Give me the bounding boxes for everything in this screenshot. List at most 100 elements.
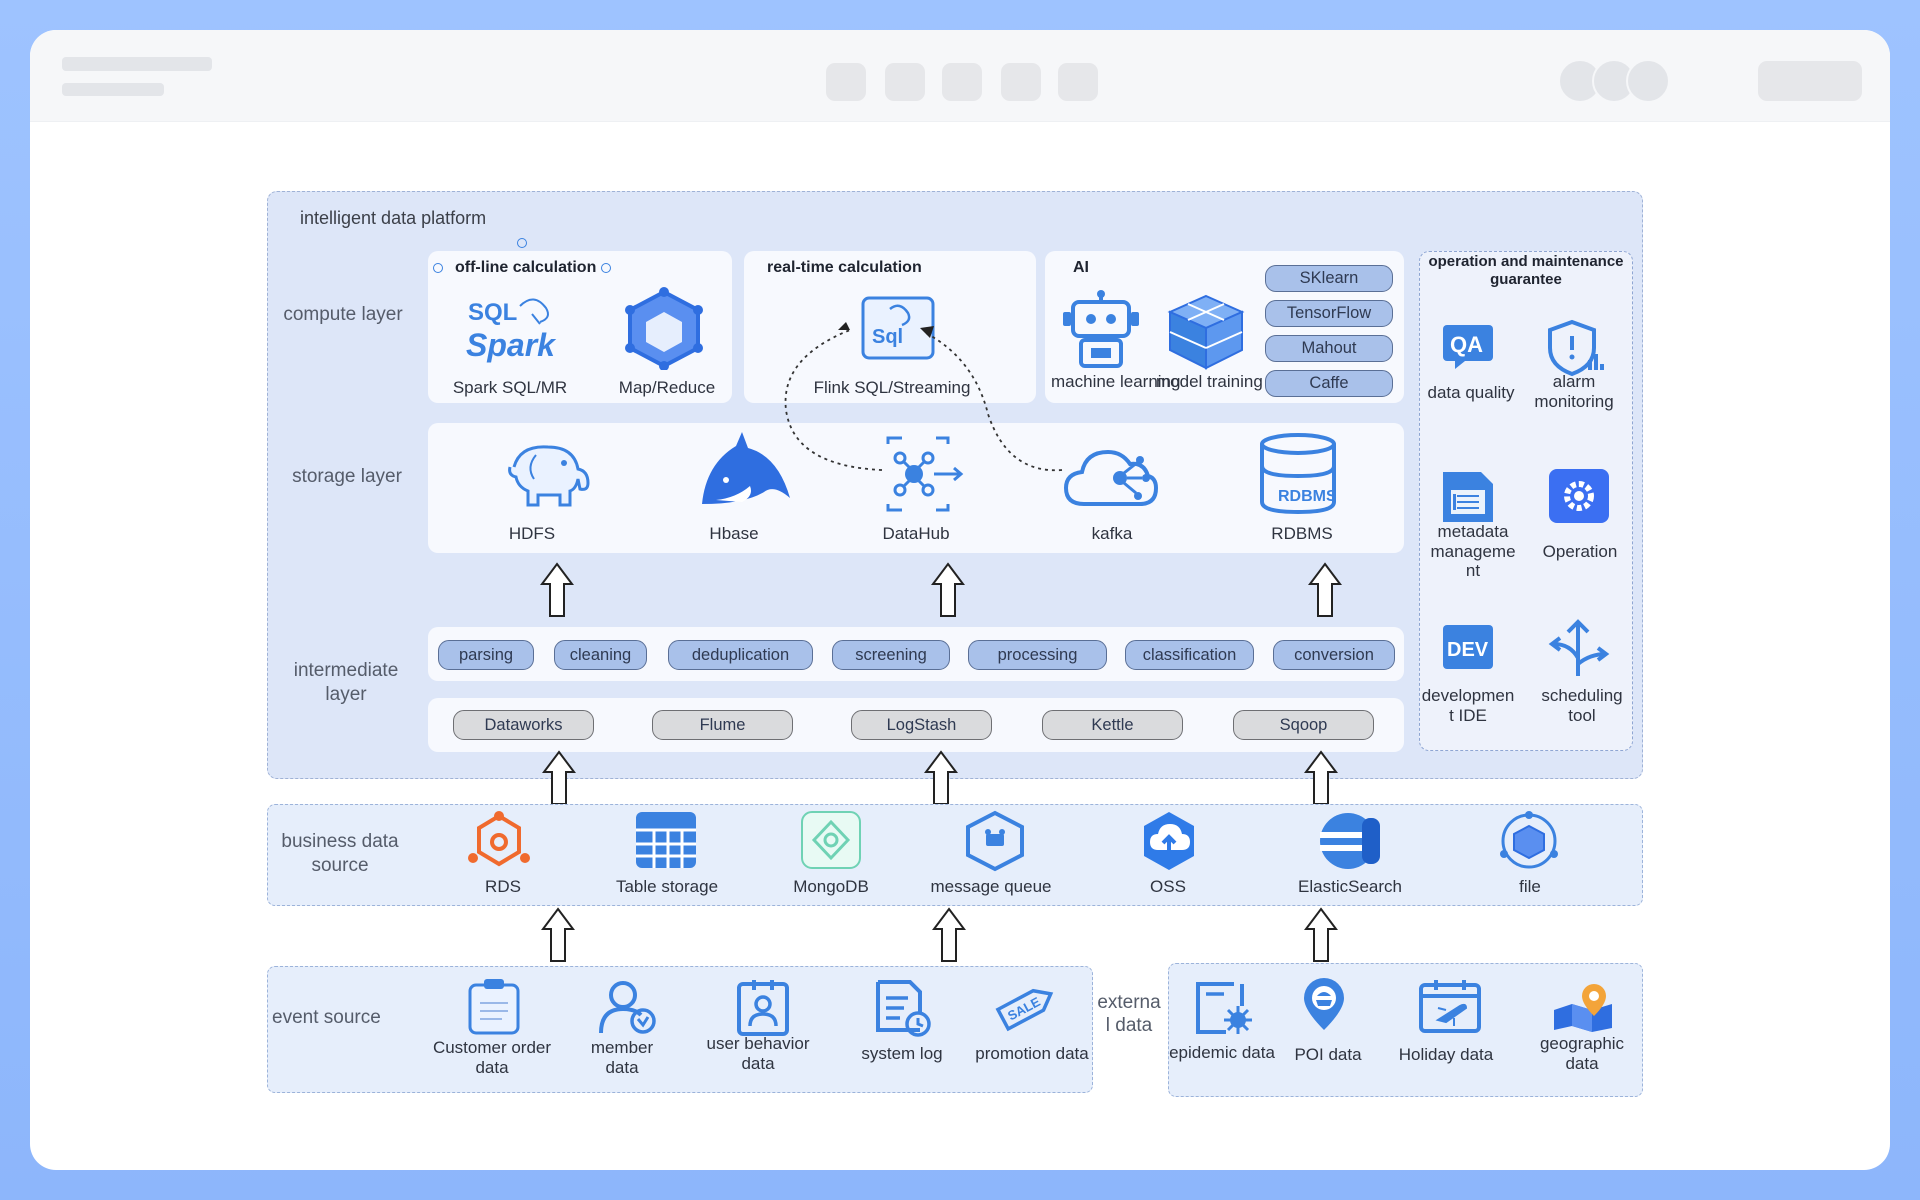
user-behavior-icon — [737, 980, 789, 1036]
title-placeholder — [62, 57, 212, 71]
oss-label: OSS — [1150, 877, 1186, 896]
realtime-calculation-title: real-time calculation — [767, 259, 922, 276]
rdbms-cylinder-icon: RDBMS — [1260, 433, 1337, 515]
toolbar-action-button[interactable] — [1758, 61, 1862, 101]
hdfs-label: HDFS — [508, 524, 556, 543]
parsing-step: parsing — [438, 640, 534, 670]
sklearn-tag: SKlearn — [1265, 265, 1393, 292]
svg-text:DEV: DEV — [1447, 639, 1489, 661]
scheduling-arrows-icon — [1548, 619, 1610, 676]
rds-icon — [468, 811, 530, 867]
toolbar-button-3[interactable] — [942, 63, 982, 101]
epidemic-icon — [1196, 982, 1252, 1034]
up-arrow — [931, 562, 965, 617]
selection-handle[interactable] — [433, 263, 443, 273]
mongodb-label: MongoDB — [793, 877, 869, 896]
top-toolbar — [30, 30, 1890, 122]
dataworks-tool: Dataworks — [453, 710, 594, 740]
processing-step: processing — [968, 640, 1107, 670]
svg-text:RDBMS: RDBMS — [1278, 488, 1337, 505]
spark-sql-label: Spark SQL/MR — [452, 378, 568, 397]
up-arrow — [1304, 907, 1338, 962]
poi-icon — [1304, 978, 1344, 1030]
holiday-data-label: Holiday data — [1398, 1045, 1494, 1064]
cube-icon — [625, 287, 703, 370]
data-quality-label: data quality — [1427, 383, 1515, 402]
up-arrow — [540, 562, 574, 617]
file-label: file — [1519, 877, 1541, 896]
svg-text:Spark: Spark — [466, 327, 557, 363]
business-data-source-label: business data source — [281, 831, 399, 876]
map-reduce-label: Map/Reduce — [618, 378, 716, 397]
ops-guarantee-title: operation and maintenance guarantee — [1428, 253, 1624, 288]
holiday-calendar-icon — [1419, 980, 1481, 1033]
elasticsearch-icon — [1320, 813, 1380, 869]
event-source-label: event source — [272, 1007, 381, 1028]
toolbar-button-2[interactable] — [885, 63, 925, 101]
table-storage-icon — [636, 812, 696, 868]
metadata-doc-icon — [1443, 472, 1493, 522]
member-data-label: member data — [590, 1038, 654, 1078]
platform-title: intelligent data platform — [300, 208, 487, 228]
up-arrow — [924, 750, 958, 805]
geographic-map-icon — [1554, 984, 1612, 1032]
alarm-shield-icon — [1548, 319, 1604, 377]
storage-layer-label: storage layer — [292, 466, 402, 487]
hbase-label: Hbase — [709, 524, 759, 543]
dev-icon: DEV — [1443, 625, 1493, 669]
qa-icon: QA — [1443, 325, 1493, 369]
svg-text:QA: QA — [1450, 332, 1483, 357]
up-arrow — [541, 907, 575, 962]
avatar[interactable] — [1626, 59, 1670, 103]
alarm-monitoring-label: alarm monitoring — [1534, 372, 1614, 411]
up-arrow — [1308, 562, 1342, 617]
logstash-tool: LogStash — [851, 710, 992, 740]
mongodb-icon — [801, 811, 861, 869]
development-ide-label: developmen t IDE — [1421, 686, 1515, 725]
geographic-data-label: geographic data — [1539, 1034, 1625, 1074]
member-icon — [599, 981, 656, 1034]
cleaning-step: cleaning — [554, 640, 647, 670]
sqoop-tool: Sqoop — [1233, 710, 1374, 740]
spark-icon: SQL Spark — [466, 298, 557, 363]
metadata-management-label: metadata manageme nt — [1430, 522, 1516, 581]
hdfs-elephant-icon — [508, 445, 590, 507]
order-clipboard-icon — [468, 979, 520, 1035]
caffe-tag: Caffe — [1265, 370, 1393, 397]
operation-label: Operation — [1542, 542, 1618, 561]
screening-step: screening — [832, 640, 950, 670]
message-queue-icon — [966, 810, 1024, 872]
gear-icon — [1549, 469, 1609, 523]
customer-order-data-label: Customer order data — [432, 1038, 552, 1078]
toolbar-button-1[interactable] — [826, 63, 866, 101]
kafka-label: kafka — [1091, 524, 1133, 543]
ai-title: AI — [1073, 259, 1089, 276]
user-behavior-data-label: user behavior data — [706, 1034, 810, 1074]
kettle-tool: Kettle — [1042, 710, 1183, 740]
up-arrow — [932, 907, 966, 962]
tensorflow-tag: TensorFlow — [1265, 300, 1393, 327]
mahout-tag: Mahout — [1265, 335, 1393, 362]
file-icon — [1500, 811, 1558, 869]
data-flow-curves — [784, 322, 1063, 472]
toolbar-button-4[interactable] — [1001, 63, 1041, 101]
compute-layer-label: compute layer — [283, 304, 403, 325]
intermediate-layer-label: intermediate layer — [293, 660, 399, 705]
table-storage-label: Table storage — [615, 877, 719, 896]
sale-tag-icon: SALE — [995, 988, 1054, 1032]
selection-handle[interactable] — [517, 238, 527, 248]
deduplication-step: deduplication — [668, 640, 813, 670]
external-data-label: externa l data — [1097, 992, 1161, 1036]
selection-handle[interactable] — [601, 263, 611, 273]
elasticsearch-label: ElasticSearch — [1298, 877, 1402, 896]
up-arrow — [1304, 750, 1338, 805]
up-arrow — [542, 750, 576, 805]
system-log-icon — [876, 980, 931, 1037]
epidemic-data-label: epidemic data — [1169, 1043, 1275, 1062]
toolbar-button-5[interactable] — [1058, 63, 1098, 101]
message-queue-label: message queue — [930, 877, 1052, 896]
conversion-step: conversion — [1273, 640, 1395, 670]
model-training-label: model training — [1156, 372, 1263, 391]
poi-data-label: POI data — [1294, 1045, 1362, 1064]
classification-step: classification — [1125, 640, 1254, 670]
